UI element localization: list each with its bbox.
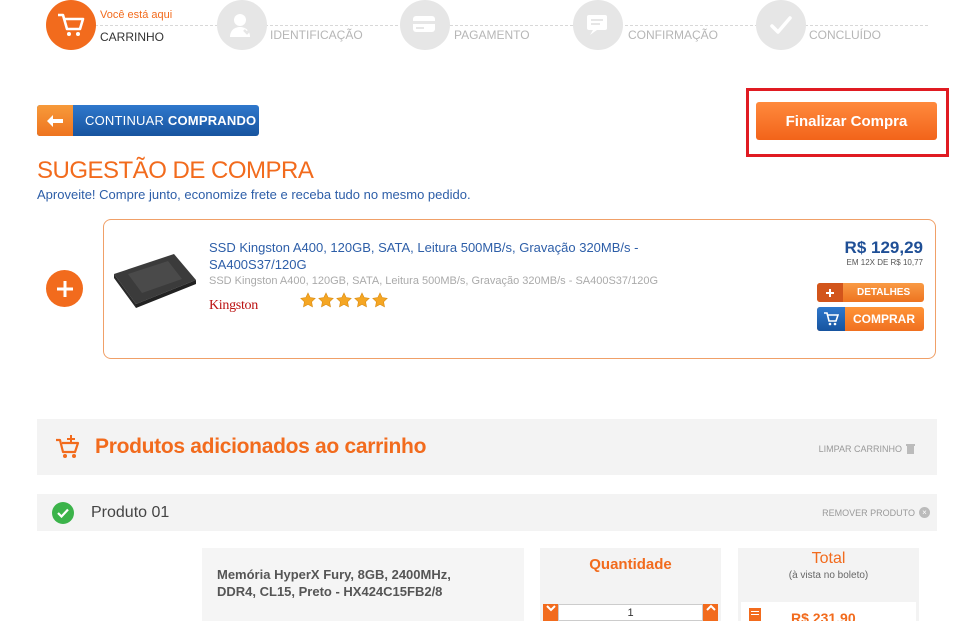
plus-icon: [56, 280, 73, 297]
trash-icon: [906, 444, 915, 454]
cart-header: Produtos adicionados ao carrinho LIMPAR …: [37, 419, 937, 475]
cart-product-name[interactable]: Memória HyperX Fury, 8GB, 2400MHz, DDR4,…: [217, 566, 487, 600]
cart-add-icon: [55, 434, 81, 465]
suggestion-card: SSD Kingston A400, 120GB, SATA, Leitura …: [103, 219, 936, 359]
product-header: Produto 01 REMOVER PRODUTO ×: [37, 494, 937, 531]
add-suggestion-button[interactable]: [46, 270, 83, 307]
clear-cart-label: LIMPAR CARRINHO: [818, 444, 902, 454]
ssd-product-image[interactable]: [112, 250, 198, 308]
increase-quantity-button[interactable]: [703, 604, 718, 621]
product-label: Produto 01: [91, 504, 170, 521]
continue-bold: COMPRANDO: [167, 113, 257, 128]
continue-prefix: CONTINUAR: [85, 113, 165, 128]
step-label: CARRINHO: [100, 30, 165, 44]
plus-icon: [817, 283, 843, 302]
barcode-icon: [749, 608, 761, 621]
cart-title: Produtos adicionados ao carrinho: [95, 435, 427, 458]
remove-product-label: REMOVER PRODUTO: [822, 507, 915, 518]
quantity-title: Quantidade: [589, 556, 672, 573]
star-icon: [318, 292, 334, 308]
total-subtitle: (à vista no boleto): [788, 570, 869, 581]
suggestion-product-name[interactable]: SSD Kingston A400, 120GB, SATA, Leitura …: [209, 239, 689, 273]
user-check-icon: [217, 0, 267, 50]
details-button[interactable]: DETALHES: [817, 283, 924, 302]
arrow-left-icon: [37, 105, 73, 136]
total-title: Total: [811, 550, 846, 567]
star-icon: [372, 292, 388, 308]
suggestion-installments: EM 12X DE R$ 10,77: [846, 258, 923, 267]
step-label: PAGAMENTO: [454, 28, 530, 42]
remove-product-button[interactable]: REMOVER PRODUTO ×: [822, 507, 930, 518]
decrease-quantity-button[interactable]: [543, 604, 558, 621]
finalize-purchase-button[interactable]: Finalizar Compra: [756, 102, 937, 140]
details-label: DETALHES: [857, 287, 911, 298]
quantity-column: Quantidade: [540, 548, 721, 621]
star-icon: [336, 292, 352, 308]
buy-button[interactable]: COMPRAR: [817, 307, 924, 331]
rating-stars: [300, 292, 388, 308]
document-confirm-icon: [573, 0, 623, 50]
check-icon: [52, 502, 74, 524]
payment-card-icon: [400, 0, 450, 50]
suggestion-price: R$ 129,29: [844, 238, 923, 257]
clear-cart-button[interactable]: LIMPAR CARRINHO: [819, 444, 915, 454]
total-box: R$ 231,90: [741, 602, 916, 621]
close-icon: ×: [919, 507, 930, 518]
continue-shopping-button[interactable]: CONTINUAR COMPRANDO: [37, 105, 259, 136]
cart-icon: [817, 307, 845, 331]
step-label: CONCLUÍDO: [809, 28, 882, 42]
buy-label: COMPRAR: [853, 312, 915, 326]
total-price: R$ 231,90: [791, 610, 856, 621]
cart-product-name-box: Memória HyperX Fury, 8GB, 2400MHz, DDR4,…: [202, 548, 524, 621]
checkout-page: Você está aqui CARRINHO IDENTIFICAÇÃO PA…: [0, 0, 970, 621]
suggestion-product-description: SSD Kingston A400, 120GB, SATA, Leitura …: [209, 275, 659, 287]
checkmark-icon: [756, 0, 806, 50]
suggestion-subtitle: Aproveite! Compre junto, economize frete…: [37, 187, 471, 202]
star-icon: [300, 292, 316, 308]
suggestion-title: SUGESTÃO DE COMPRA: [37, 157, 314, 184]
cart-step-icon: [46, 0, 96, 50]
cart-product-image[interactable]: [37, 548, 197, 621]
kingston-logo: Kingston: [209, 298, 258, 313]
quantity-stepper: [543, 604, 718, 621]
total-column: Total (à vista no boleto) R$ 231,90: [738, 548, 919, 621]
step-current-hint: Você está aqui: [100, 9, 173, 21]
chevron-up-icon: [705, 604, 716, 611]
quantity-input[interactable]: [558, 604, 703, 621]
step-label: CONFIRMAÇÃO: [628, 28, 718, 42]
star-icon: [354, 292, 370, 308]
chevron-down-icon: [545, 605, 556, 612]
step-label: IDENTIFICAÇÃO: [270, 28, 363, 42]
